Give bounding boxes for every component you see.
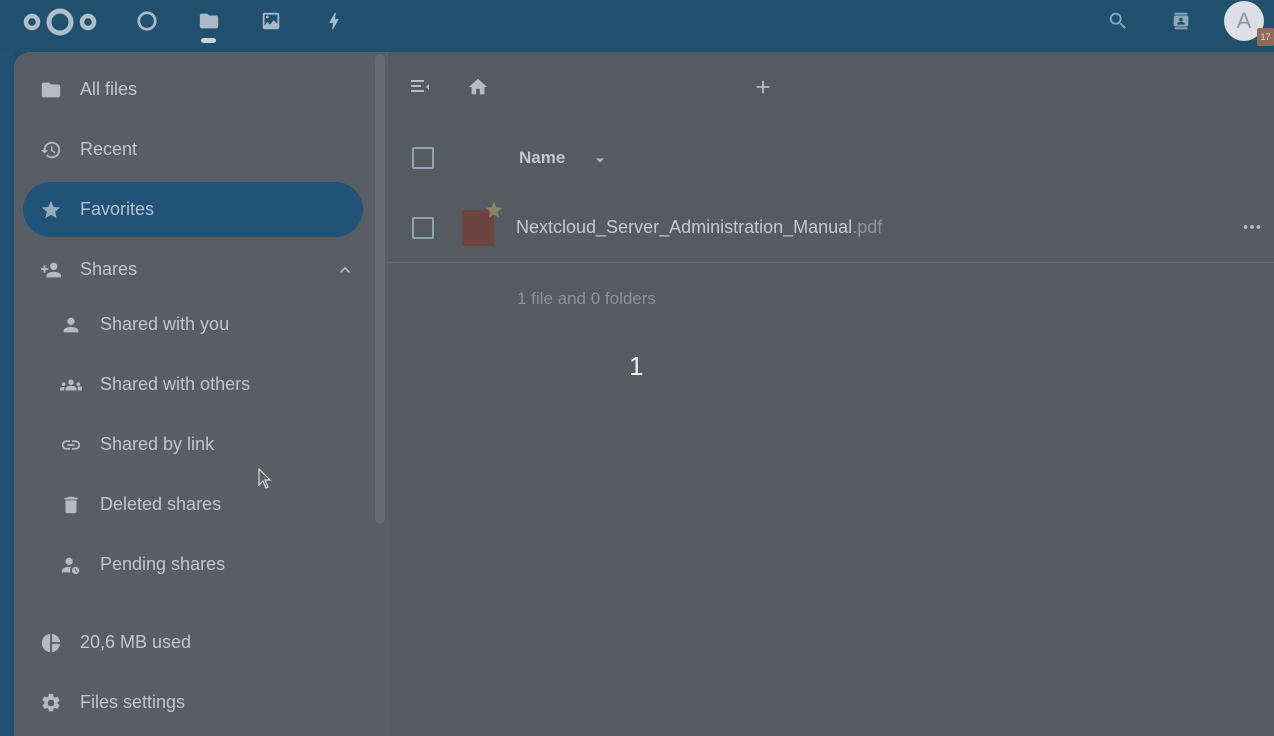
nextcloud-logo[interactable]: [20, 6, 100, 38]
top-header: A 17: [0, 0, 1274, 52]
files-navigation: All files Recent Favorites Shares Shared…: [14, 52, 389, 736]
star-icon: [38, 197, 64, 223]
gear-icon: [38, 690, 64, 716]
add-icon[interactable]: [752, 76, 774, 98]
dashboard-icon[interactable]: [134, 8, 160, 34]
app-content: All files Recent Favorites Shares Shared…: [14, 52, 1274, 736]
user-icon: [58, 312, 84, 338]
activity-icon[interactable]: [321, 8, 347, 34]
sidebar-item-label: Recent: [80, 139, 138, 159]
file-basename: Nextcloud_Server_Administration_Manual: [516, 217, 853, 237]
settings-label: Files settings: [80, 692, 186, 712]
favorite-star-icon: [484, 200, 504, 220]
file-name[interactable]: Nextcloud_Server_Administration_Manual.p…: [516, 217, 882, 238]
more-actions-icon[interactable]: [1241, 216, 1263, 238]
row-checkbox[interactable]: [412, 217, 434, 239]
sidebar-item-shared-by-link[interactable]: Shared by link: [23, 417, 363, 472]
navigation-toggle-icon[interactable]: [408, 74, 434, 100]
pending-icon: [58, 552, 84, 578]
pie-chart-icon: [38, 630, 64, 656]
sidebar-item-label: All files: [80, 79, 138, 99]
link-icon: [58, 432, 84, 458]
sidebar-item-shared-with-others[interactable]: Shared with others: [23, 357, 363, 412]
sidebar-item-label: Deleted shares: [100, 494, 222, 514]
group-icon: [58, 372, 84, 398]
sidebar-item-label: Shares: [80, 259, 138, 279]
photos-icon[interactable]: [258, 8, 284, 34]
sidebar-item-pending-shares[interactable]: Pending shares: [23, 537, 363, 592]
file-extension: .pdf: [852, 217, 883, 237]
sidebar-item-label: Shared by link: [100, 434, 215, 454]
home-icon[interactable]: [467, 76, 489, 98]
select-all-checkbox[interactable]: [412, 147, 434, 169]
window-edge: [0, 52, 14, 736]
sort-down-icon[interactable]: [590, 150, 610, 170]
chevron-up-icon[interactable]: [335, 260, 355, 280]
contacts-icon[interactable]: [1168, 8, 1194, 34]
files-settings-button[interactable]: Files settings: [23, 675, 363, 730]
sidebar-scrollbar[interactable]: [375, 54, 385, 524]
sidebar-item-label: Shared with you: [100, 314, 230, 334]
files-summary: 1 file and 0 folders: [517, 289, 656, 308]
row-divider: [388, 262, 1274, 263]
mouse-cursor-icon: [258, 467, 272, 490]
search-icon[interactable]: [1105, 8, 1131, 34]
active-app-indicator: [201, 38, 216, 43]
sidebar-item-shares[interactable]: Shares: [23, 242, 363, 297]
column-name-header[interactable]: Name: [519, 148, 565, 168]
sidebar-item-deleted-shares[interactable]: Deleted shares: [23, 477, 363, 532]
share-icon: [38, 257, 64, 283]
files-icon[interactable]: [196, 8, 222, 34]
overlay-number: 1: [629, 351, 644, 381]
sidebar-item-shared-with-you[interactable]: Shared with you: [23, 297, 363, 352]
calendar-badge: 17: [1257, 28, 1274, 46]
files-list: Name Nextcloud_Server_Administration_Man…: [388, 52, 1274, 736]
sidebar-item-recent[interactable]: Recent: [23, 122, 363, 177]
quota-indicator: 20,6 MB used: [23, 615, 363, 670]
trash-icon: [58, 492, 84, 518]
avatar-letter: A: [1236, 8, 1252, 33]
sidebar-item-all-files[interactable]: All files: [23, 62, 363, 117]
sidebar-item-favorites[interactable]: Favorites: [23, 182, 363, 237]
quota-label: 20,6 MB used: [80, 632, 192, 652]
history-icon: [38, 137, 64, 163]
sidebar-item-label: Shared with others: [100, 374, 251, 394]
folder-icon: [38, 77, 64, 103]
sidebar-item-label: Pending shares: [100, 554, 226, 574]
sidebar-item-label: Favorites: [80, 199, 155, 219]
